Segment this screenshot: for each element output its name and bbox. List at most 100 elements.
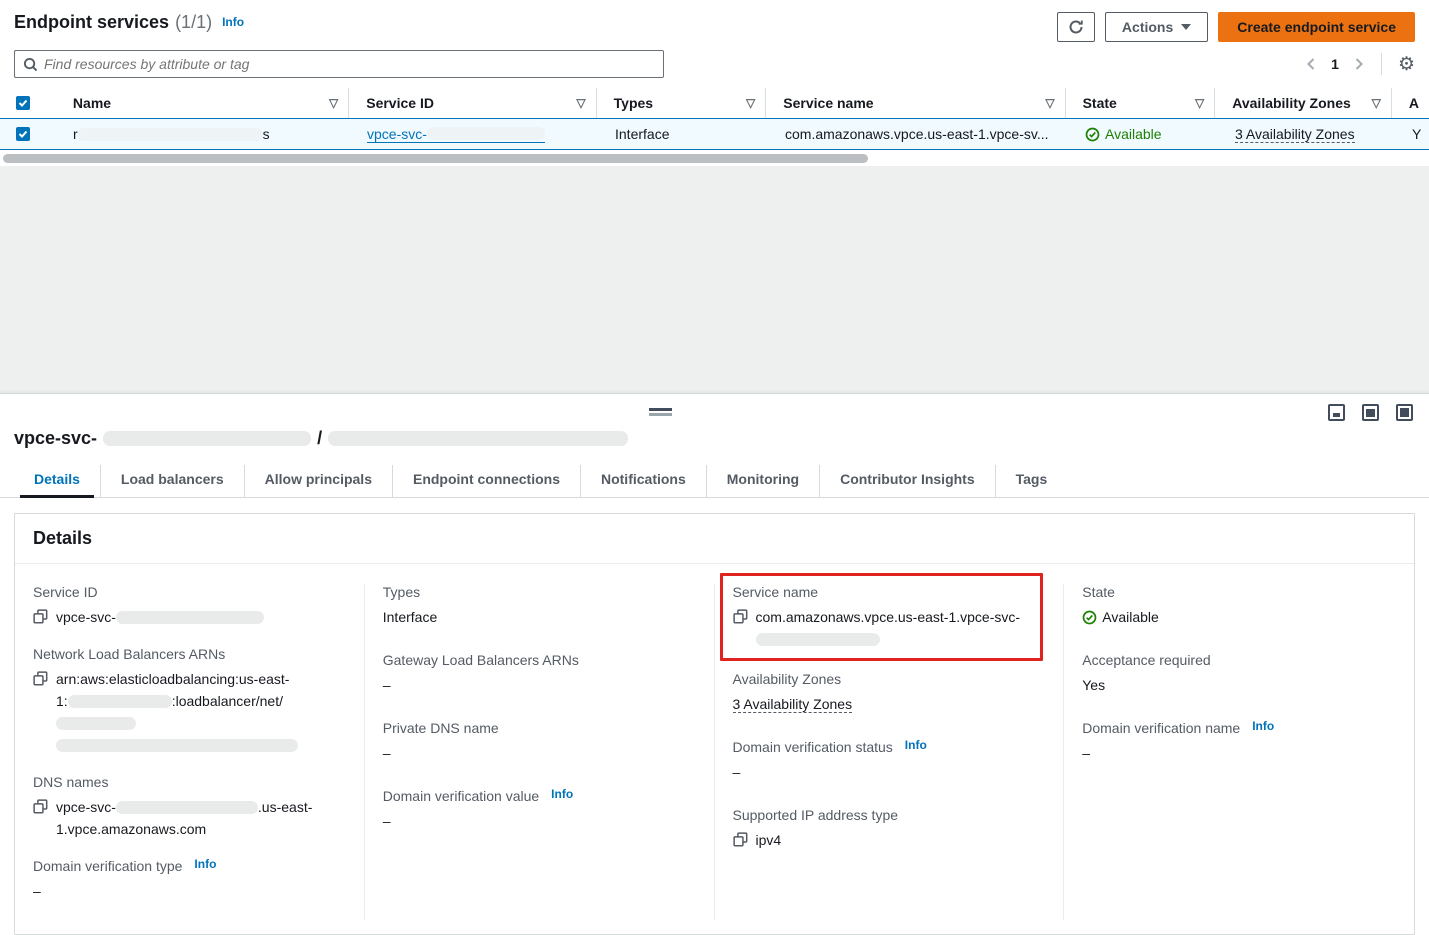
page-next-icon[interactable] — [1353, 57, 1365, 71]
title-info-link[interactable]: Info — [222, 15, 244, 29]
column-header-service-id[interactable]: Service ID — [366, 95, 434, 111]
redacted-account-id — [68, 695, 172, 708]
select-all-checkbox[interactable] — [16, 96, 30, 110]
split-panel-drag-handle[interactable] — [649, 408, 672, 416]
preferences-gear-icon[interactable]: ⚙ — [1398, 55, 1415, 74]
domain-verification-type-info-link[interactable]: Info — [194, 857, 216, 871]
tab-notifications[interactable]: Notifications — [580, 465, 706, 497]
refresh-button[interactable] — [1057, 12, 1095, 42]
page-title: Endpoint services — [14, 12, 169, 33]
resource-count: (1/1) — [175, 12, 212, 33]
row-cell-service-id: vpce-svc- — [350, 119, 598, 149]
filter-icon[interactable]: ▽ — [329, 96, 338, 110]
panel-title-prefix: vpce-svc- — [14, 428, 97, 449]
tab-allow-principals[interactable]: Allow principals — [244, 465, 392, 497]
row-name-start: r — [73, 126, 78, 142]
domain-verification-type-value: – — [33, 880, 344, 902]
filter-icon[interactable]: ▽ — [576, 96, 585, 110]
create-endpoint-service-button[interactable]: Create endpoint service — [1218, 12, 1415, 42]
service-id-value: vpce-svc- — [56, 609, 116, 625]
details-column-1: Service ID vpce-svc- Network Load Balanc… — [15, 584, 365, 920]
panel-title-separator: / — [317, 428, 322, 449]
column-header-availability-zones[interactable]: Availability Zones — [1232, 95, 1351, 111]
glb-arns-value: – — [383, 674, 694, 696]
redacted-title-id — [103, 431, 311, 446]
panel-title: vpce-svc- / — [14, 428, 1415, 449]
supported-ip-label: Supported IP address type — [733, 807, 1044, 823]
copy-icon[interactable] — [33, 609, 48, 624]
endpoint-services-table: Name ▽ Service ID ▽ Types ▽ Service name ▽ S… — [0, 88, 1429, 164]
copy-icon[interactable] — [33, 671, 48, 686]
availability-zones-detail-popover[interactable]: 3 Availability Zones — [733, 696, 853, 713]
page-prev-icon[interactable] — [1305, 57, 1317, 71]
page-background — [0, 166, 1429, 393]
availability-zones-popover[interactable]: 3 Availability Zones — [1235, 126, 1355, 143]
domain-verification-name-value: – — [1082, 742, 1394, 764]
dns-names-label: DNS names — [33, 774, 344, 790]
service-id-label: Service ID — [33, 584, 344, 600]
actions-button[interactable]: Actions — [1105, 12, 1208, 42]
copy-icon[interactable] — [733, 609, 748, 624]
table-toolbar: 1 ⚙ — [0, 42, 1429, 78]
checkbox-check-icon — [18, 129, 28, 139]
panel-size-medium-icon[interactable] — [1362, 404, 1379, 421]
table-row[interactable]: r s vpce-svc- Interface com.amazonaws.vp… — [0, 118, 1429, 150]
page-header: Endpoint services (1/1) Info Actions Cre… — [0, 0, 1429, 42]
redacted-service-id — [427, 127, 545, 140]
glb-arns-label: Gateway Load Balancers ARNs — [383, 652, 694, 668]
filter-icon[interactable]: ▽ — [1372, 96, 1381, 110]
search-box[interactable] — [14, 50, 664, 78]
copy-icon[interactable] — [33, 799, 48, 814]
horizontal-scrollbar — [0, 154, 1429, 164]
private-dns-name-value: – — [383, 742, 694, 764]
split-panel: vpce-svc- / Details Load balancers Allow… — [0, 393, 1429, 886]
types-label: Types — [383, 584, 694, 600]
caret-down-icon — [1181, 24, 1191, 30]
actions-button-label: Actions — [1122, 19, 1173, 35]
filter-icon[interactable]: ▽ — [1195, 96, 1204, 110]
scrollbar-thumb[interactable] — [3, 154, 868, 163]
service-id-link[interactable]: vpce-svc- — [367, 126, 545, 143]
details-column-4: State Available Acceptance required Yes … — [1064, 584, 1414, 920]
tab-endpoint-connections[interactable]: Endpoint connections — [392, 465, 580, 497]
panel-size-full-icon[interactable] — [1396, 404, 1413, 421]
panel-size-controls — [1328, 404, 1413, 421]
copy-icon[interactable] — [733, 832, 748, 847]
tab-load-balancers[interactable]: Load balancers — [100, 465, 244, 497]
redacted-dns-id — [116, 801, 258, 814]
panel-size-small-icon[interactable] — [1328, 404, 1345, 421]
tab-tags[interactable]: Tags — [995, 465, 1068, 497]
row-checkbox[interactable] — [16, 127, 30, 141]
private-dns-name-label: Private DNS name — [383, 720, 694, 736]
row-cell-availability-zones: 3 Availability Zones — [1218, 119, 1395, 149]
state-value: Available — [1102, 606, 1159, 628]
checkbox-check-icon — [18, 98, 28, 108]
refresh-icon — [1068, 19, 1084, 35]
details-card: Details Service ID vpce-svc- Network Loa… — [14, 513, 1415, 935]
column-header-state[interactable]: State — [1083, 95, 1117, 111]
search-input[interactable] — [44, 56, 655, 72]
row-name-end: s — [263, 126, 270, 142]
domain-verification-status-value: – — [733, 761, 1044, 783]
filter-icon[interactable]: ▽ — [1045, 96, 1054, 110]
column-header-service-name[interactable]: Service name — [783, 95, 873, 111]
tab-contributor-insights[interactable]: Contributor Insights — [819, 465, 995, 497]
types-value: Interface — [383, 606, 694, 628]
column-header-types[interactable]: Types — [614, 95, 653, 111]
status-available-icon — [1082, 610, 1097, 625]
column-header-name[interactable]: Name — [73, 95, 111, 111]
domain-verification-value-info-link[interactable]: Info — [551, 787, 573, 801]
redacted-lb-name — [56, 717, 136, 730]
row-cell-name: r s — [56, 119, 350, 149]
details-column-2: Types Interface Gateway Load Balancers A… — [365, 584, 715, 920]
domain-verification-status-info-link[interactable]: Info — [905, 738, 927, 752]
page-number[interactable]: 1 — [1331, 56, 1339, 72]
redacted-service-id-value — [116, 611, 264, 624]
row-cell-state: Available — [1068, 119, 1218, 149]
domain-verification-name-info-link[interactable]: Info — [1252, 719, 1274, 733]
details-column-3: Service name com.amazonaws.vpce.us-east-… — [715, 584, 1065, 920]
filter-icon[interactable]: ▽ — [746, 96, 755, 110]
nlb-arns-label: Network Load Balancers ARNs — [33, 646, 344, 662]
tab-monitoring[interactable]: Monitoring — [706, 465, 819, 497]
tab-details[interactable]: Details — [14, 465, 100, 497]
